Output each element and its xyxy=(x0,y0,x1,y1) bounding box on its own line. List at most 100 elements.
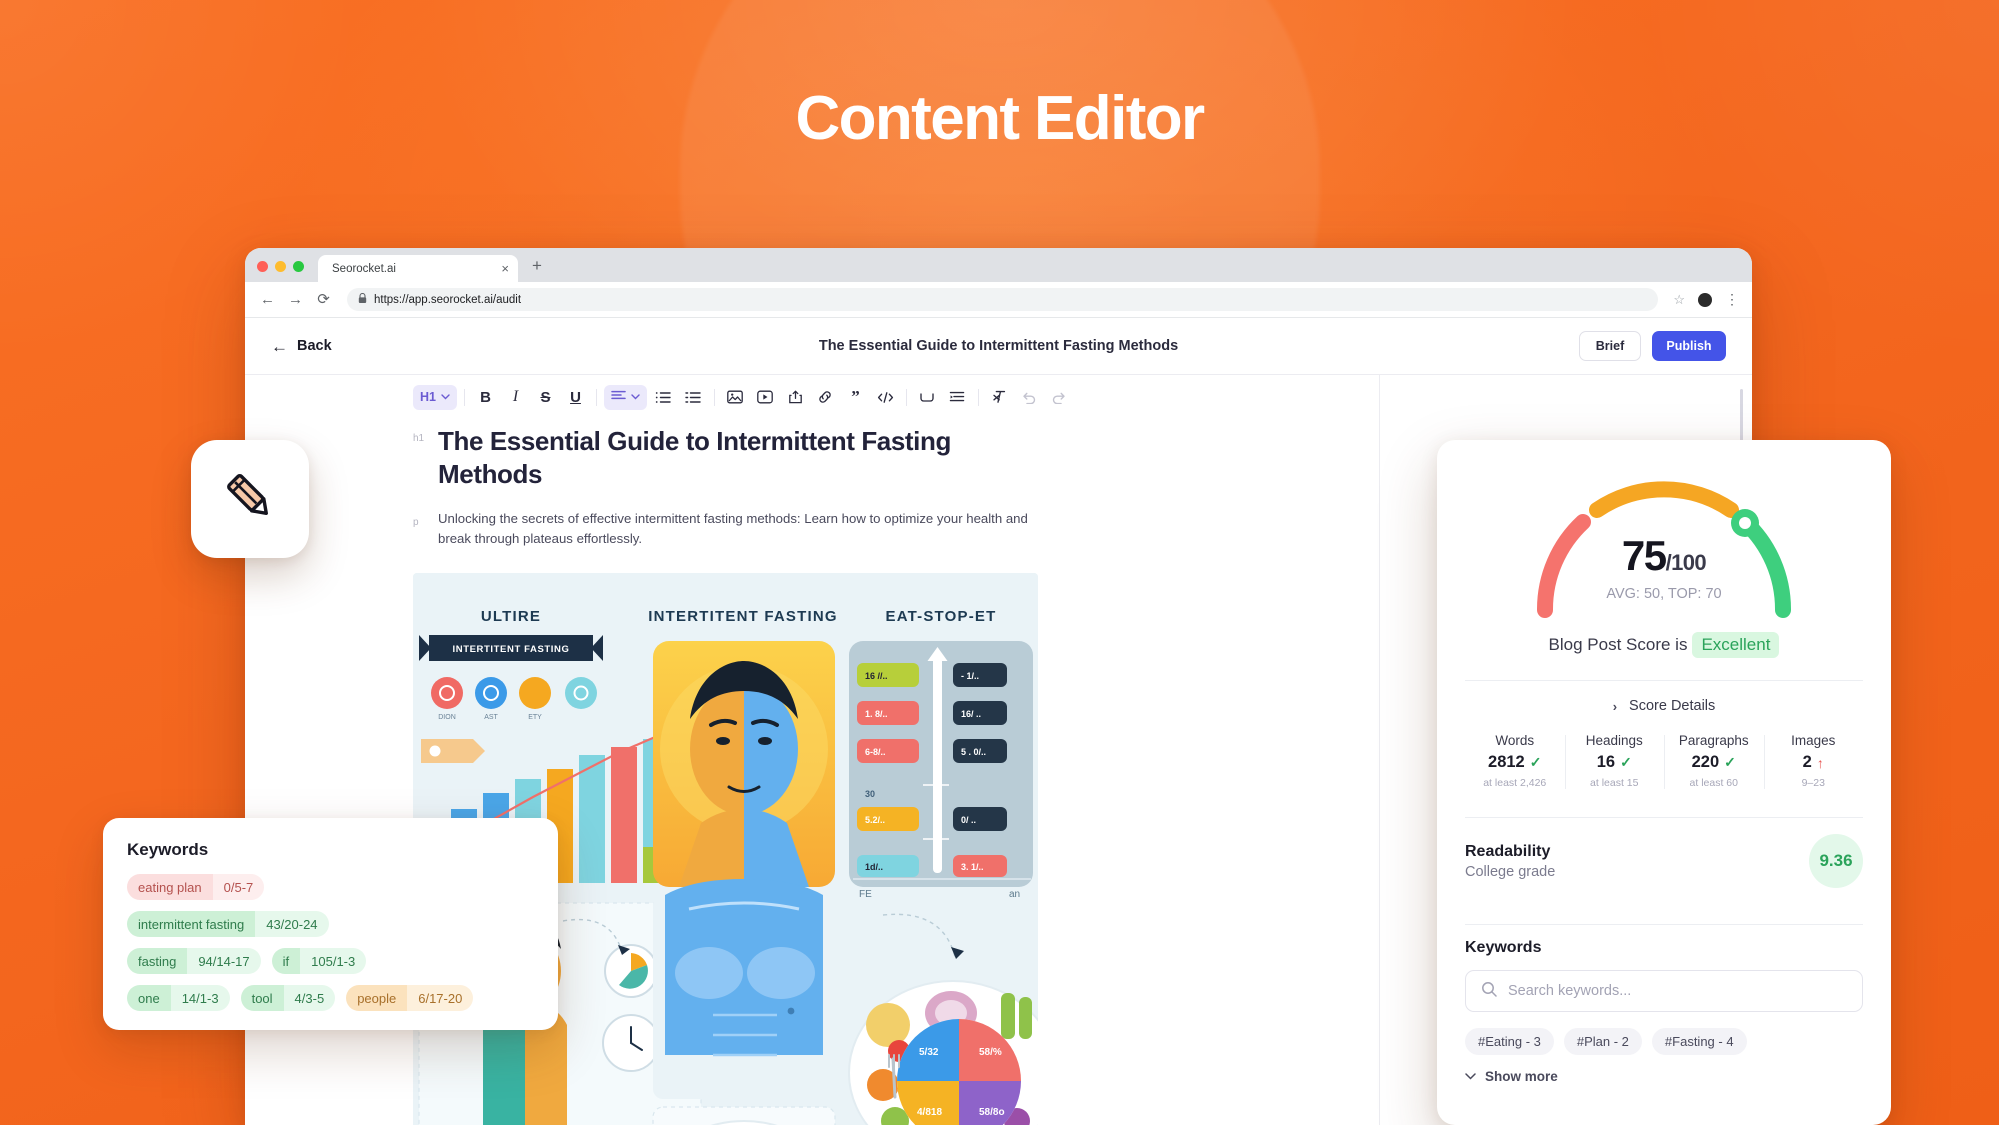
undo-button[interactable] xyxy=(1016,384,1043,411)
indent-button[interactable] xyxy=(944,384,971,411)
keyword-tag[interactable]: #Fasting - 4 xyxy=(1651,1028,1747,1055)
keyword-row: intermittent fasting 43/20-24 xyxy=(127,911,534,937)
stat-value-row: 220 ✓ xyxy=(1664,753,1764,772)
block-tag-p: p xyxy=(413,516,419,528)
clear-formatting-button[interactable] xyxy=(986,384,1013,411)
keyword-chip-count: 4/3-5 xyxy=(283,985,336,1011)
stat-value-row: 2 ↑ xyxy=(1764,753,1864,772)
keyword-chip[interactable]: one 14/1-3 xyxy=(127,985,230,1011)
svg-text:4/818: 4/818 xyxy=(917,1107,942,1118)
insert-link-button[interactable] xyxy=(812,384,839,411)
score-gauge: 75/100 AVG: 50, TOP: 70 xyxy=(1465,466,1863,618)
check-icon: ✓ xyxy=(1620,754,1632,770)
maximize-window-button[interactable] xyxy=(293,261,304,272)
svg-text:58/%: 58/% xyxy=(979,1047,1002,1058)
url-input[interactable]: https://app.seorocket.ai/audit xyxy=(347,288,1659,311)
block-tag-h1: h1 xyxy=(413,433,425,444)
keyword-chip-name: people xyxy=(346,985,408,1011)
keyword-chip[interactable]: fasting 94/14-17 xyxy=(127,948,261,974)
score-value: 75 xyxy=(1621,532,1667,579)
score-details-toggle[interactable]: › Score Details xyxy=(1465,681,1863,731)
keyword-search-field[interactable]: Search keywords... xyxy=(1465,970,1863,1012)
check-icon: ✓ xyxy=(1724,754,1736,770)
stat-target: at least 15 xyxy=(1590,777,1639,789)
arrow-left-icon: ← xyxy=(271,336,288,356)
text-align-select[interactable] xyxy=(603,384,647,410)
chevron-right-icon: › xyxy=(1612,698,1618,714)
browser-profile-avatar[interactable] xyxy=(1698,292,1712,307)
svg-text:1. 8/..: 1. 8/.. xyxy=(865,709,888,719)
keyword-chip[interactable]: if 105/1-3 xyxy=(271,948,367,974)
keyword-chip[interactable]: eating plan 0/5-7 xyxy=(127,874,265,900)
strikethrough-button[interactable]: S xyxy=(532,384,559,411)
figure-panel1-title: ULTIRE xyxy=(481,608,541,625)
figure-split-portrait xyxy=(679,661,809,888)
keyword-chip-name: fasting xyxy=(127,948,188,974)
edit-badge[interactable] xyxy=(191,440,309,558)
stat-label: Images xyxy=(1791,733,1836,748)
svg-text:DION: DION xyxy=(438,714,456,721)
reload-icon[interactable]: ⟳ xyxy=(315,292,332,307)
keyword-chip[interactable]: people 6/17-20 xyxy=(346,985,474,1011)
document-heading-block: h1 The Essential Guide to Intermittent F… xyxy=(413,425,1211,491)
heading-level-select[interactable]: H1 xyxy=(413,384,457,410)
heading-level-label: H1 xyxy=(420,390,436,404)
back-navigation-icon[interactable]: ← xyxy=(259,292,276,307)
bookmark-star-icon[interactable]: ☆ xyxy=(1673,292,1685,308)
keyword-tag[interactable]: #Plan - 2 xyxy=(1563,1028,1642,1055)
gauge-knob-center xyxy=(1739,517,1751,529)
code-block-button[interactable] xyxy=(872,384,899,411)
ordered-list-button[interactable] xyxy=(650,384,677,411)
publish-button[interactable]: Publish xyxy=(1652,331,1726,361)
browser-menu-icon[interactable]: ⋮ xyxy=(1725,291,1739,308)
browser-tab-title: Seorocket.ai xyxy=(332,262,396,275)
stat-value: 16 xyxy=(1596,753,1616,771)
bullet-list-button[interactable] xyxy=(680,384,707,411)
document-h1[interactable]: The Essential Guide to Intermittent Fast… xyxy=(438,425,1038,491)
redo-button[interactable] xyxy=(1046,384,1073,411)
underline-button[interactable]: U xyxy=(562,384,589,411)
keyword-tag[interactable]: #Eating - 3 xyxy=(1465,1028,1554,1055)
readability-subtitle: College grade xyxy=(1465,863,1556,880)
keyword-chip-count: 6/17-20 xyxy=(407,985,474,1011)
forward-navigation-icon[interactable]: → xyxy=(287,292,304,307)
svg-text:30: 30 xyxy=(865,789,875,799)
toolbar-separator xyxy=(713,388,715,406)
stat-value: 2 xyxy=(1802,753,1812,771)
insert-embed-button[interactable] xyxy=(782,384,809,411)
italic-button[interactable]: I xyxy=(502,384,529,411)
score-denominator: /100 xyxy=(1665,550,1707,575)
insert-video-button[interactable] xyxy=(752,384,779,411)
stat-images: Images 2 ↑ 9–23 xyxy=(1763,731,1864,795)
close-window-button[interactable] xyxy=(257,261,268,272)
keyword-chip-name: intermittent fasting xyxy=(127,911,256,937)
minimize-window-button[interactable] xyxy=(275,261,286,272)
blockquote-button[interactable]: ” xyxy=(842,384,869,411)
keyword-chip-count: 43/20-24 xyxy=(255,911,329,937)
new-tab-icon[interactable]: + xyxy=(518,257,542,282)
stat-value: 220 xyxy=(1691,753,1720,771)
chevron-down-icon xyxy=(441,392,450,402)
back-button[interactable]: ← Back xyxy=(271,338,332,355)
document-paragraph[interactable]: Unlocking the secrets of effective inter… xyxy=(438,509,1038,550)
stat-paragraphs: Paragraphs 220 ✓ at least 60 xyxy=(1664,731,1764,795)
header-document-title: The Essential Guide to Intermittent Fast… xyxy=(818,338,1179,354)
figure-panel2-title: INTERTITENT FASTING xyxy=(648,608,837,625)
browser-toolbar-actions: ☆ ⋮ xyxy=(1673,291,1739,308)
close-tab-icon[interactable]: × xyxy=(501,262,509,275)
keyword-chip-name: eating plan xyxy=(127,874,213,900)
arrow-up-icon: ↑ xyxy=(1816,754,1824,771)
insert-image-button[interactable] xyxy=(722,384,749,411)
divider xyxy=(1465,924,1863,925)
show-more-button[interactable]: Show more xyxy=(1465,1069,1863,1084)
brief-button[interactable]: Brief xyxy=(1579,331,1641,361)
browser-tab[interactable]: Seorocket.ai × xyxy=(318,255,518,282)
show-more-label: Show more xyxy=(1485,1069,1558,1084)
insert-spacer-button[interactable] xyxy=(914,384,941,411)
browser-address-bar: ← → ⟳ https://app.seorocket.ai/audit ☆ ⋮ xyxy=(245,282,1752,318)
keyword-chip[interactable]: tool 4/3-5 xyxy=(240,985,336,1011)
keyword-chip[interactable]: intermittent fasting 43/20-24 xyxy=(127,911,329,937)
keywords-section-title: Keywords xyxy=(1465,939,1542,956)
bold-button[interactable]: B xyxy=(472,384,499,411)
toolbar-separator xyxy=(463,388,465,406)
